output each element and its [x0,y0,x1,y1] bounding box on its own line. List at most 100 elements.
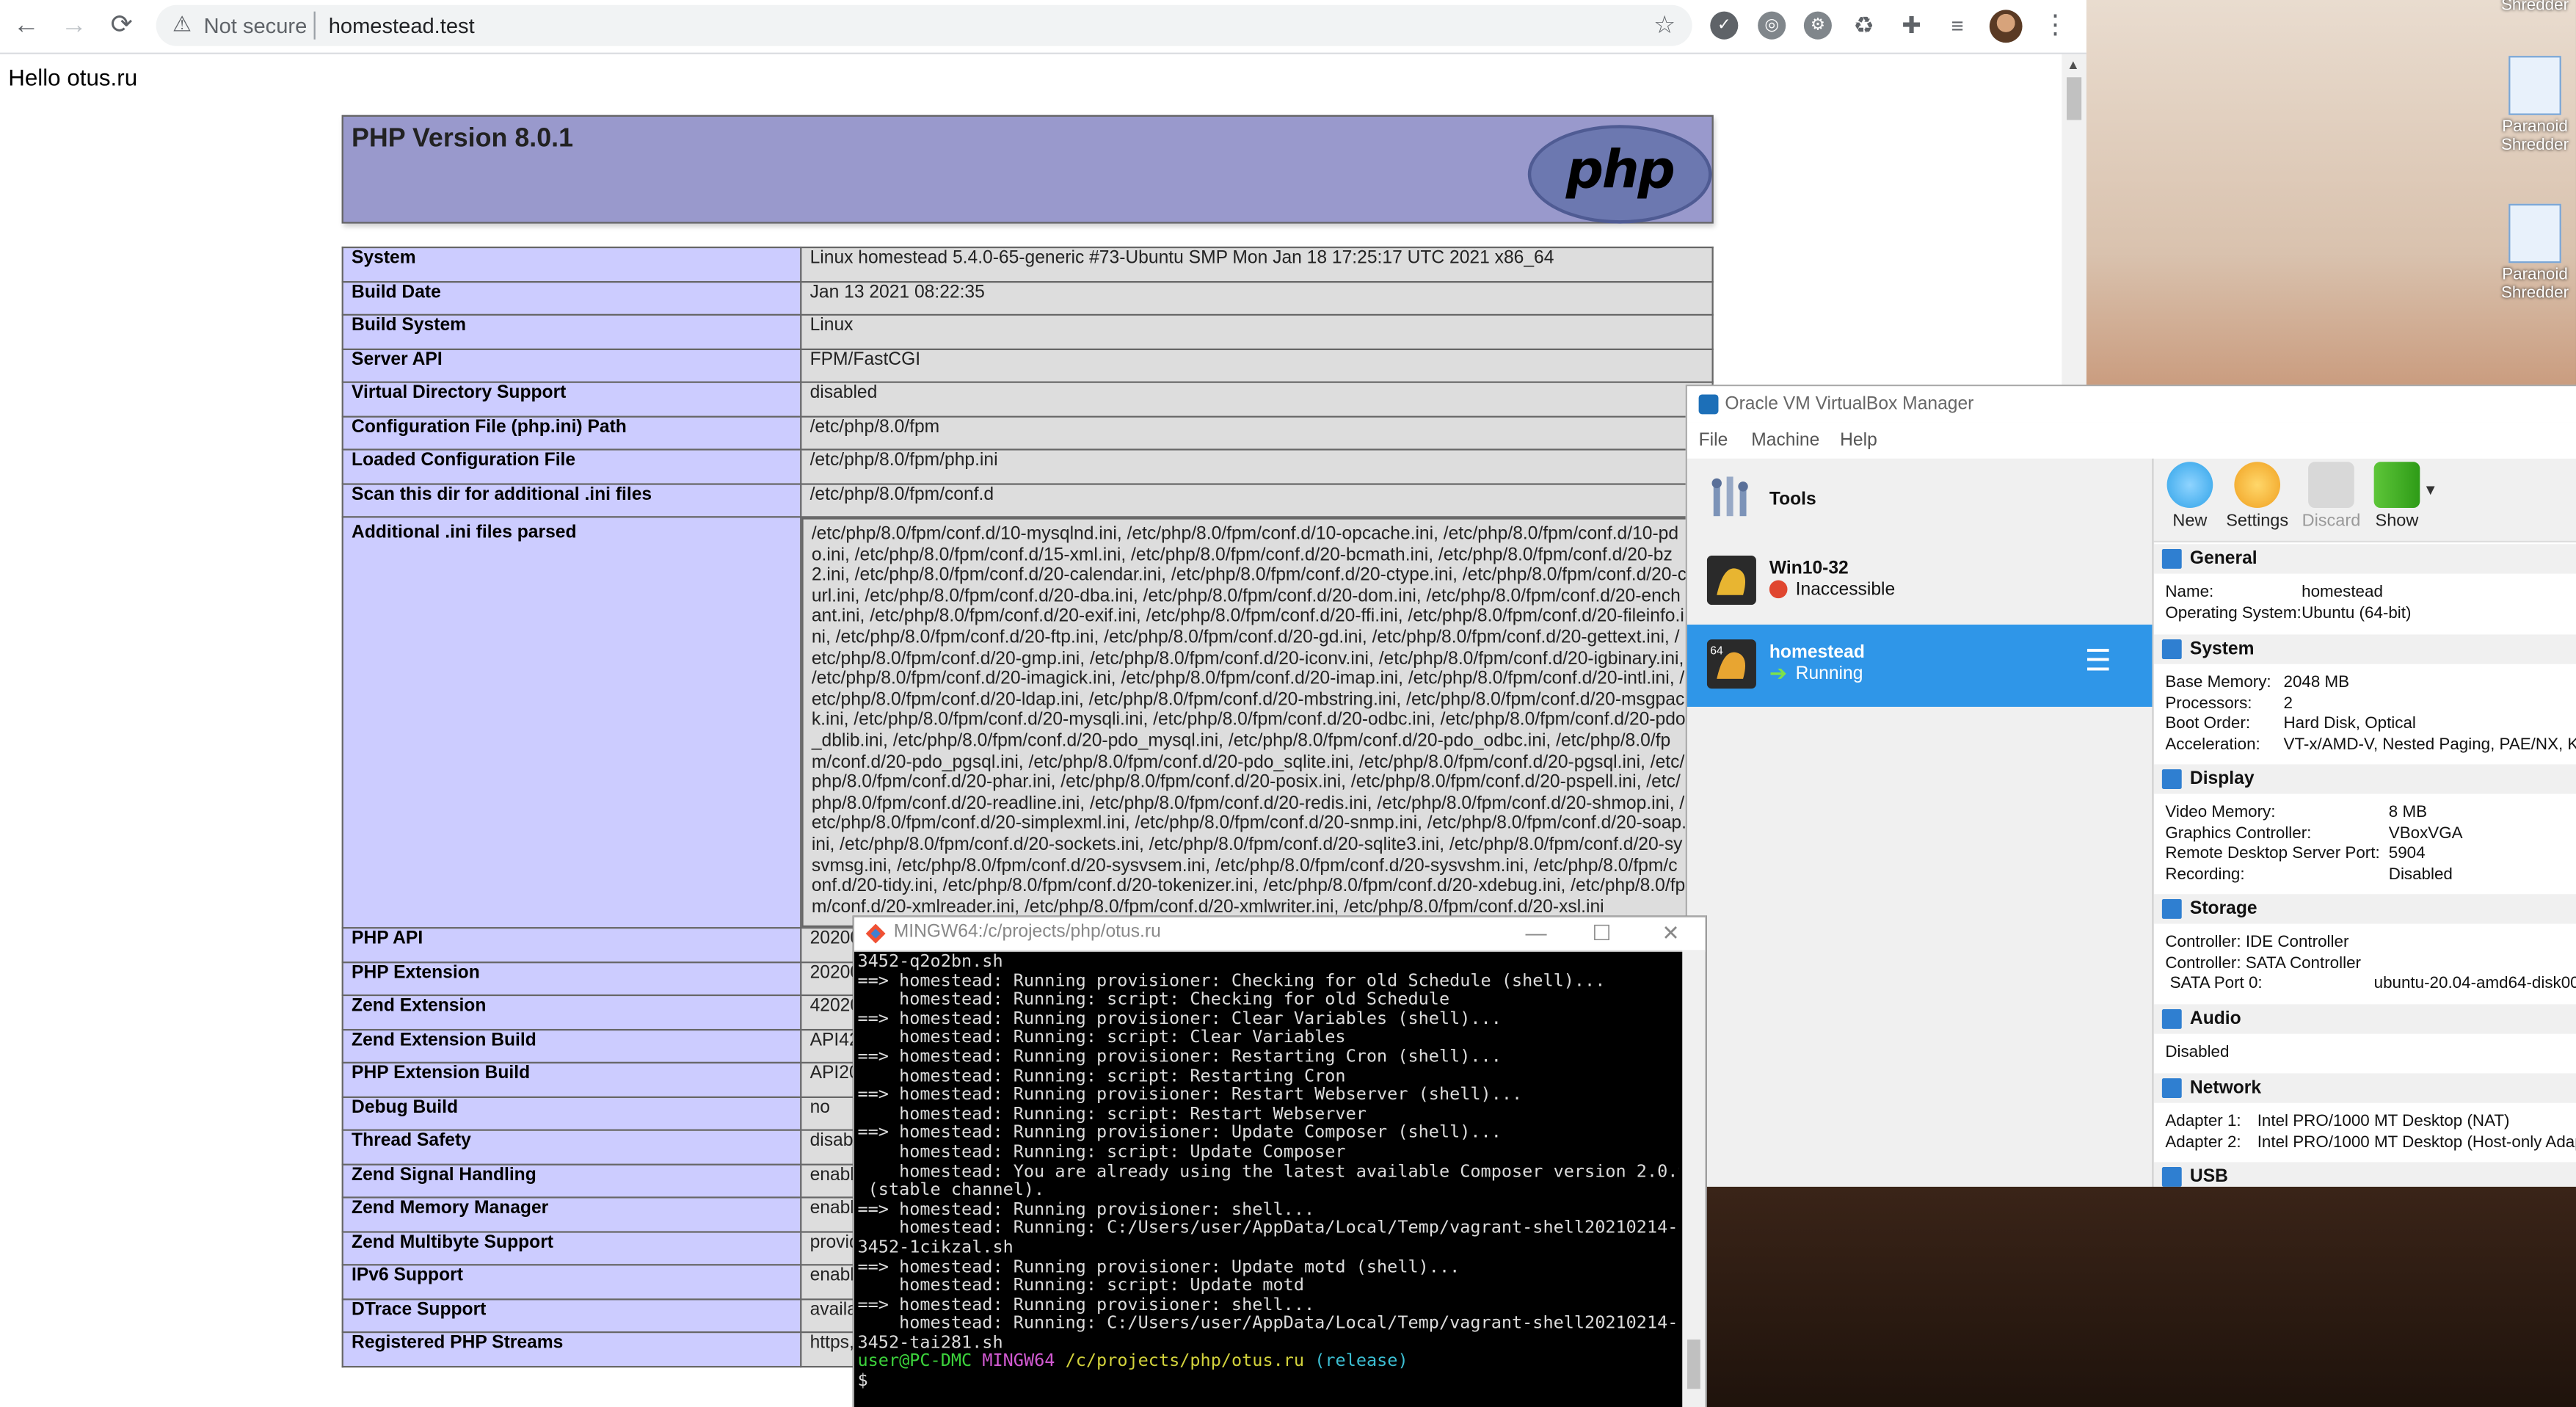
address-bar[interactable]: ⚠ Not secure homestead.test ☆ [156,4,1692,46]
extension-check-icon[interactable]: ✓ [1710,11,1739,40]
php-info-key: Thread Safety [341,1129,802,1165]
section-header[interactable]: Storage [2153,894,2576,924]
divider [313,11,316,40]
show-dropdown-icon[interactable]: ▼ [2423,481,2438,498]
terminal-prompt: user@PC-DMC MINGW64 /c/projects/php/otus… [857,1352,1678,1373]
section-header[interactable]: System [2153,634,2576,664]
php-info-value: /etc/php/8.0/fpm/conf.d [800,482,1714,518]
section-header[interactable]: General [2153,544,2576,574]
back-icon[interactable]: ← [10,10,43,43]
scroll-thumb[interactable] [2067,77,2082,120]
terminal-line: (stable channel). [857,1180,1045,1201]
detail-row: Recording: Disabled [2165,865,2453,884]
file-icon [2508,203,2561,263]
window-title: Oracle VM VirtualBox Manager [1725,394,1974,415]
media-queue-icon[interactable]: ≡ [1943,12,1971,40]
php-info-key: Loaded Configuration File [341,448,802,484]
section-audio: Audio Disabled [2153,1004,2576,1064]
detail-row: Remote Desktop Server Port: 5904 [2165,845,2426,864]
section-header[interactable]: USB [2153,1162,2576,1189]
php-info-value: Linux [800,313,1714,349]
menu-file[interactable]: File [1699,431,1728,451]
detail-row: Operating System: Ubuntu (64-bit) [2165,604,2412,622]
php-info-value: /etc/php/8.0/fpm [800,415,1714,451]
detail-row: Boot Order: Hard Disk, Optical [2165,715,2416,734]
scroll-thumb[interactable] [1687,1339,1700,1389]
vm-action-toolbar: New Settings Discard Show ▼ [2153,458,2576,543]
forward-icon[interactable]: → [57,10,90,43]
php-info-key: Virtual Directory Support [341,381,802,417]
vm-list-item-homestead[interactable]: 64 homestead ➔ Running ☰ [1687,625,2153,707]
window-titlebar[interactable]: Oracle VM VirtualBox Manager [1687,386,2576,423]
close-icon[interactable]: ✕ [1646,919,1695,948]
show-button[interactable]: Show [2364,462,2430,531]
section-usb: USB [2153,1162,2576,1189]
section-header[interactable]: Network [2153,1073,2576,1103]
desktop-icon-shredder-1[interactable]: Shredder [2500,0,2569,15]
extensions-puzzle-icon[interactable]: ✚ [1897,12,1925,40]
terminal-output[interactable]: 3452-q2o2bn.sh ==> homestead: Running pro… [857,953,1678,1406]
php-info-value: FPM/FastCGI [800,347,1714,383]
vm-list-item-tools[interactable]: Tools [1687,459,2152,541]
section-header[interactable]: Audio [2153,1004,2576,1034]
desktop-icon-shredder-3[interactable]: Paranoid Shredder [2500,203,2569,302]
vm-details-menu-icon[interactable]: ☰ [2085,644,2111,677]
general-icon [2161,548,2182,569]
menu-help[interactable]: Help [1840,431,1877,451]
php-info-key: DTrace Support [341,1298,802,1334]
php-version-header: PHP Version 8.0.1 php [341,114,1714,224]
minimize-icon[interactable]: — [1511,919,1560,948]
terminal-line: homestead: Running: script: Restart Webs… [857,1104,1367,1124]
extension-gear-icon[interactable]: ⚙ [1803,11,1832,40]
detail-row: Controller: IDE Controller [2165,934,2349,952]
prompt-symbol: $ [857,1370,868,1391]
scroll-up-icon[interactable]: ▲ [2067,57,2080,72]
settings-button[interactable]: Settings [2224,462,2291,531]
file-icon [2508,56,2561,115]
php-info-key: Scan this dir for additional .ini files [341,482,802,518]
profile-avatar[interactable] [1989,10,2023,43]
url-text[interactable]: homestead.test [329,13,475,38]
warning-icon[interactable]: ⚠ [172,12,192,38]
php-info-row: Build System Linux [341,313,1714,349]
php-info-value: Linux homestead 5.4.0-65-generic #73-Ubu… [800,246,1714,283]
section-header[interactable]: Display [2153,764,2576,794]
new-icon [2166,462,2213,509]
desktop-icon-shredder-2[interactable]: Paranoid Shredder [2500,56,2569,155]
running-arrow-icon: ➔ [1769,661,1788,686]
terminal-line: ==> homestead: Running provisioner: Upda… [857,1123,1502,1144]
terminal-line: homestead: You are already using the lat… [857,1161,1679,1182]
new-button[interactable]: New [2157,462,2223,531]
audio-speaker-icon [2161,1009,2182,1029]
section-network: Network Adapter 1: Intel PRO/1000 MT Desk… [2153,1073,2576,1154]
discard-button[interactable]: Discard [2299,462,2365,531]
menu-kebab-icon[interactable]: ⋮ [2042,8,2068,41]
php-info-value: /etc/php/8.0/fpm/php.ini [800,448,1714,484]
extension-recycle-icon[interactable]: ♻ [1850,12,1878,40]
vm-name: homestead [1769,642,1865,663]
vm-os-icon: 64 [1706,639,1756,689]
reload-icon[interactable]: ⟳ [105,10,138,43]
terminal-line: homestead: Running: script: Restarting C… [857,1066,1346,1086]
security-label[interactable]: Not secure [204,13,308,38]
php-logo[interactable]: php [1527,125,1712,224]
display-monitor-icon [2161,769,2182,789]
desktop-wallpaper-bottom [1703,1186,2576,1407]
extension-globe-icon[interactable]: ◎ [1758,11,1786,40]
bookmark-star-icon[interactable]: ☆ [1653,10,1676,40]
terminal-scrollbar[interactable] [1682,950,1706,1407]
menu-machine[interactable]: Machine [1751,431,1819,451]
detail-row: Processors: 2 [2165,694,2293,713]
window-titlebar[interactable]: MINGW64:/c/projects/php/otus.ru — ☐ ✕ [854,917,1706,952]
detail-row: Adapter 2: Intel PRO/1000 MT Desktop (Hos… [2165,1133,2576,1152]
terminal-line: ==> homestead: Running provisioner: Rest… [857,1085,1523,1105]
terminal-line: ==> homestead: Running provisioner: Clea… [857,1008,1502,1029]
section-general: General Name: homestead Operating System:… [2153,544,2576,625]
php-info-key: Build Date [341,280,802,316]
php-info-key: Registered PHP Streams [341,1331,802,1367]
vm-name: Win10-32 [1769,559,1849,579]
detail-row: Graphics Controller: VBoxVGA [2165,824,2463,843]
tools-label: Tools [1769,490,1816,510]
maximize-icon[interactable]: ☐ [1577,919,1626,948]
vm-list-item-win10[interactable]: Win10-32 Inaccessible [1687,541,2152,623]
